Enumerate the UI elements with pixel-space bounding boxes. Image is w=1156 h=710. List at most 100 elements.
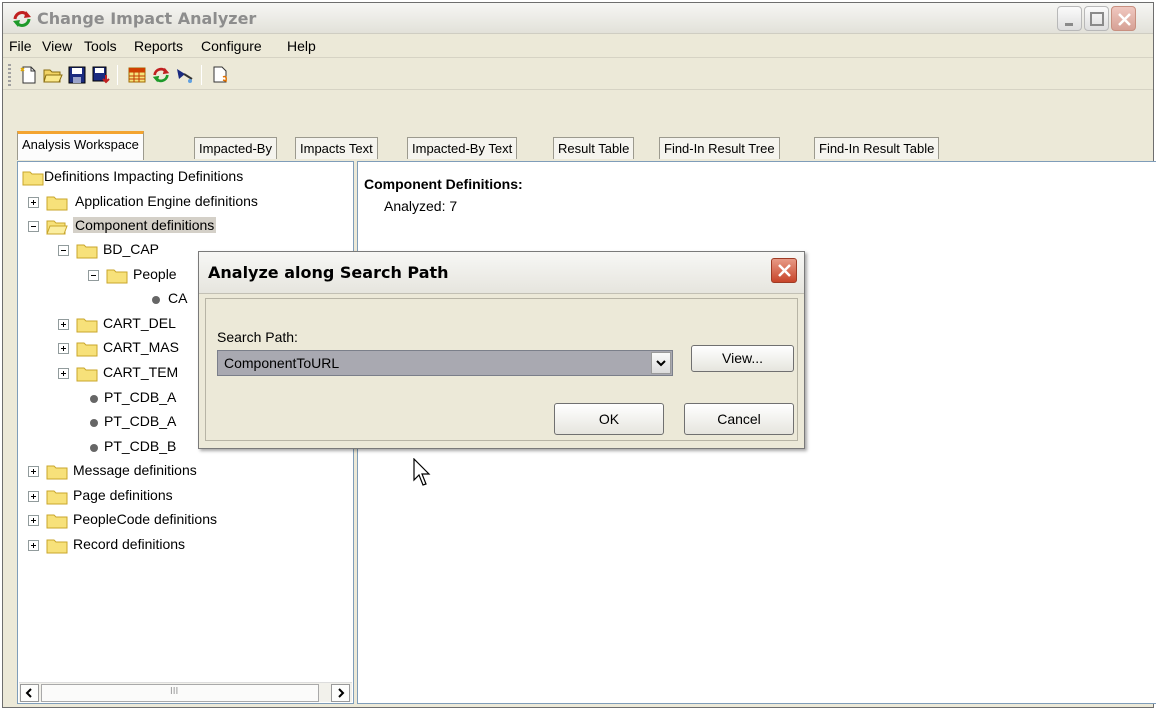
search-path-value: ComponentToURL (224, 355, 340, 371)
save-as-icon[interactable] (91, 65, 111, 85)
table-icon[interactable] (127, 65, 147, 85)
scrollbar-thumb[interactable]: III (41, 684, 319, 702)
tree-node-label: BD_CAP (103, 241, 160, 257)
folder-icon (106, 269, 128, 284)
tree-root-label: Definitions Impacting Definitions (44, 168, 244, 184)
mouse-pointer-icon (413, 458, 431, 486)
folder-icon (46, 465, 68, 480)
tab-analysis-workspace[interactable]: Analysis Workspace (17, 131, 144, 160)
expand-icon[interactable] (58, 343, 69, 354)
search-path-label: Search Path: (217, 329, 298, 345)
chevron-down-icon (656, 360, 666, 367)
scrollbar-grip: III (170, 686, 179, 697)
leaf-bullet-icon (90, 419, 98, 427)
menu-file[interactable]: File (9, 38, 32, 54)
view-button[interactable]: View... (691, 345, 794, 372)
folder-icon (76, 367, 98, 382)
analyze-icon[interactable] (175, 65, 195, 85)
open-icon[interactable] (43, 65, 63, 85)
tab-find-in-result-table[interactable]: Find-In Result Table (814, 137, 940, 159)
dialog-title-bar[interactable]: Analyze along Search Path (199, 252, 804, 294)
expand-icon[interactable] (28, 491, 39, 502)
expand-icon[interactable] (58, 319, 69, 330)
tab-impacted-by-text[interactable]: Impacted-By Text (407, 137, 518, 159)
tree-node-label: PT_CDB_A (104, 413, 177, 429)
scroll-left-button[interactable] (20, 684, 39, 702)
leaf-bullet-icon (90, 395, 98, 403)
export-icon[interactable] (211, 65, 231, 85)
minimize-icon (1065, 23, 1073, 26)
tree-node-label: CA (168, 290, 188, 306)
analyzed-count: Analyzed: 7 (384, 198, 458, 214)
folder-icon (76, 342, 98, 357)
toolbar (3, 59, 1153, 90)
dialog-title: Analyze along Search Path (208, 263, 449, 282)
minimize-button[interactable] (1057, 6, 1082, 31)
tab-impacted-by[interactable]: Impacted-By (194, 137, 277, 159)
tree-node-label: Component definitions (73, 217, 217, 233)
tree-node-label: PT_CDB_B (104, 438, 177, 454)
dropdown-button[interactable] (651, 352, 671, 374)
refresh-icon[interactable] (151, 65, 171, 85)
menu-reports[interactable]: Reports (134, 38, 183, 54)
menu-tools[interactable]: Tools (84, 38, 117, 54)
expand-icon[interactable] (28, 466, 39, 477)
expand-icon[interactable] (28, 515, 39, 526)
tree-node-label: PT_CDB_A (104, 389, 177, 405)
chevron-right-icon (338, 688, 345, 698)
title-bar[interactable]: Change Impact Analyzer (3, 3, 1153, 34)
maximize-icon (1090, 12, 1104, 26)
tree-node-label: Message definitions (73, 462, 197, 478)
collapse-icon[interactable] (58, 245, 69, 256)
toolbar-separator (117, 65, 118, 85)
horizontal-scrollbar[interactable]: III (19, 682, 352, 702)
open-folder-icon (46, 220, 68, 235)
menu-configure[interactable]: Configure (201, 38, 262, 54)
new-icon[interactable] (19, 65, 39, 85)
analyze-search-path-dialog: Analyze along Search Path Search Path: C… (198, 251, 805, 449)
tab-find-in-result-tree[interactable]: Find-In Result Tree (659, 137, 780, 159)
app-window: Change Impact Analyzer File View Tools R… (2, 2, 1156, 708)
maximize-button[interactable] (1084, 6, 1109, 31)
tab-impacts-text[interactable]: Impacts Text (295, 137, 378, 159)
tree-node-label: People (133, 266, 177, 282)
folder-icon (46, 490, 68, 505)
save-icon[interactable] (67, 65, 87, 85)
scroll-right-button[interactable] (331, 684, 350, 702)
expand-icon[interactable] (58, 368, 69, 379)
cancel-button[interactable]: Cancel (684, 403, 794, 435)
toolbar-grip[interactable] (8, 64, 11, 86)
expand-icon[interactable] (28, 540, 39, 551)
collapse-icon[interactable] (88, 270, 99, 281)
folder-icon (46, 514, 68, 529)
close-icon (1118, 13, 1131, 26)
folder-icon (46, 196, 68, 211)
folder-icon (76, 244, 98, 259)
tree-node-label: CART_DEL (103, 315, 176, 331)
leaf-bullet-icon (152, 296, 160, 304)
folder-icon (76, 318, 98, 333)
dialog-body: Search Path: ComponentToURL View... OK C… (205, 298, 798, 441)
menu-help[interactable]: Help (287, 38, 316, 54)
folder-icon (22, 171, 44, 186)
collapse-icon[interactable] (28, 221, 39, 232)
dialog-close-button[interactable] (771, 258, 797, 283)
app-logo-icon (13, 11, 31, 27)
menu-view[interactable]: View (42, 38, 72, 54)
menu-bar: File View Tools Reports Configure Help (3, 34, 1153, 58)
tab-result-table[interactable]: Result Table (553, 137, 635, 159)
tree-node-label: Record definitions (73, 536, 186, 552)
folder-icon (46, 539, 68, 554)
tree-node-label: PeopleCode definitions (73, 511, 217, 527)
chevron-left-icon (25, 688, 32, 698)
expand-icon[interactable] (28, 197, 39, 208)
search-path-select[interactable]: ComponentToURL (217, 350, 673, 376)
tree-node-label: Application Engine definitions (75, 193, 258, 209)
toolbar-separator-2 (201, 65, 202, 85)
tree-node-label: CART_TEM (103, 364, 179, 380)
ok-button[interactable]: OK (554, 403, 664, 435)
tree-node-label: CART_MAS (103, 339, 179, 355)
leaf-bullet-icon (90, 444, 98, 452)
close-button[interactable] (1111, 6, 1136, 31)
result-heading: Component Definitions: (364, 176, 523, 192)
